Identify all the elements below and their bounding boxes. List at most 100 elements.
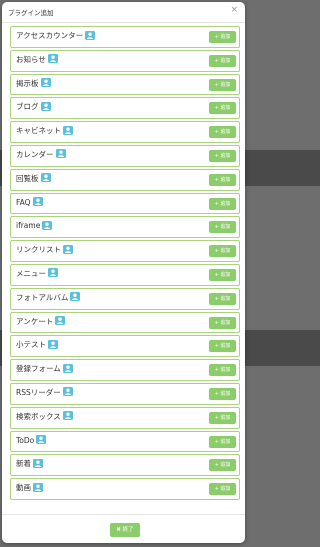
plugin-name-text: 回覧板 [16,173,39,183]
user-icon [36,435,47,445]
user-icon [40,78,51,88]
user-icon [40,101,51,111]
plugin-name-label: 動画 [16,482,43,493]
plugin-row: キャビネット + 追加 [10,121,240,143]
add-plugin-button[interactable]: + 追加 [209,31,236,43]
plugin-row: アンケート + 追加 [10,311,240,334]
add-plugin-button[interactable]: + 追加 [209,483,236,496]
user-icon [42,220,53,230]
plugin-row: 小テスト + 追加 [10,335,240,358]
plugin-name-label: 回覧板 [16,173,51,184]
plugin-name-label: 検索ボックス [16,411,73,422]
plugin-name-label: メニュー [16,268,58,279]
dialog-title: プラグイン追加 [8,9,54,17]
user-icon [62,411,73,421]
plugin-name-label: 小テスト [16,339,58,350]
plugin-row: 新着 + 追加 [10,454,240,477]
add-plugin-button[interactable]: + 追加 [209,54,236,67]
add-plugin-button[interactable]: + 追加 [209,292,236,305]
plugin-row: 掲示板 + 追加 [10,73,240,96]
plugin-name-text: 検索ボックス [16,411,61,421]
user-icon [40,173,51,183]
add-plugin-button[interactable]: + 追加 [209,435,236,448]
dialog-footer: ✖ 終了 [2,514,245,544]
plugin-name-label: カレンダー [16,149,66,160]
plugin-name-label: アクセスカウンター [16,30,96,41]
plugin-row: 回覧板 + 追加 [10,168,240,191]
plugin-name-label: ToDo [16,435,47,446]
plugin-name-text: アクセスカウンター [16,31,84,40]
add-plugin-button[interactable]: + 追加 [209,197,236,210]
user-icon [62,387,73,397]
add-plugin-button[interactable]: + 追加 [209,102,236,115]
plugin-name-text: リンクリスト [16,245,61,255]
plugin-row: 動画 + 追加 [10,478,240,500]
plugin-name-label: フォトアルバム [16,292,81,303]
user-icon [55,316,66,326]
plugin-name-label: ブログ [16,101,51,112]
plugin-name-text: FAQ [16,197,31,207]
plugin-name-text: 新着 [16,459,31,469]
add-plugin-button[interactable]: + 追加 [209,221,236,234]
add-plugin-button[interactable]: + 追加 [209,387,236,400]
dialog-header: プラグイン追加 × [2,2,245,23]
plugin-row: RSSリーダー + 追加 [10,382,240,405]
plugin-row: お知らせ + 追加 [10,49,240,72]
add-plugin-button[interactable]: + 追加 [209,364,236,377]
add-plugin-button[interactable]: + 追加 [209,411,236,424]
finish-button[interactable]: ✖ 終了 [110,523,140,537]
plugin-name-text: お知らせ [16,54,46,64]
plugin-row: FAQ + 追加 [10,192,240,215]
add-plugin-button[interactable]: + 追加 [209,340,236,353]
user-icon [85,30,96,40]
user-icon [62,363,73,373]
plugin-name-text: カレンダー [16,149,54,159]
plugin-name-text: キャビネット [16,126,61,136]
plugin-name-text: ブログ [16,102,39,112]
plugin-row: フォトアルバム + 追加 [10,287,240,310]
close-icon[interactable]: × [230,6,238,15]
user-icon [70,292,81,302]
plugin-name-text: メニュー [16,268,46,278]
plugin-name-text: アンケート [16,316,54,326]
plugin-row: カレンダー + 追加 [10,144,240,167]
plugin-name-label: お知らせ [16,54,58,65]
user-icon [32,197,43,207]
plugin-name-text: iframe [16,221,41,231]
plugin-list: アクセスカウンター + 追加 お知らせ + 追加 掲示板 + 追加 ブログ + … [10,26,240,502]
plugin-name-text: ToDo [16,435,35,445]
plugin-name-text: RSSリーダー [16,387,61,397]
user-icon [48,268,58,278]
user-icon [33,482,43,492]
plugin-name-label: FAQ [16,197,43,208]
user-icon [55,149,66,159]
add-plugin-dialog: プラグイン追加 × アクセスカウンター + 追加 お知らせ + 追加 掲示板 +… [2,2,245,543]
plugin-row: リンクリスト + 追加 [10,240,240,262]
plugin-row: ToDo + 追加 [10,430,240,453]
plugin-name-text: 小テスト [16,340,46,350]
add-plugin-button[interactable]: + 追加 [209,245,236,258]
add-plugin-button[interactable]: + 追加 [209,126,236,139]
plugin-row: iframe + 追加 [10,216,240,239]
add-plugin-button[interactable]: + 追加 [209,78,236,91]
plugin-name-text: フォトアルバム [16,292,69,302]
plugin-name-label: iframe [16,220,53,231]
user-icon [63,125,73,135]
user-icon [63,244,73,254]
plugin-row: アクセスカウンター + 追加 [10,26,240,48]
plugin-row: 検索ボックス + 追加 [10,406,240,429]
add-plugin-button[interactable]: + 追加 [209,316,236,329]
plugin-name-label: リンクリスト [16,244,73,255]
plugin-name-label: RSSリーダー [16,387,73,398]
plugin-name-label: 新着 [16,458,43,469]
add-plugin-button[interactable]: + 追加 [209,268,236,281]
plugin-name-label: 登録フォーム [16,363,73,374]
plugin-name-label: アンケート [16,316,66,327]
add-plugin-button[interactable]: + 追加 [209,149,236,162]
plugin-name-text: 掲示板 [16,78,39,88]
plugin-name-text: 動画 [16,483,31,493]
plugin-row: 登録フォーム + 追加 [10,359,240,381]
add-plugin-button[interactable]: + 追加 [209,459,236,472]
add-plugin-button[interactable]: + 追加 [209,173,236,186]
plugin-name-text: 登録フォーム [16,364,61,374]
